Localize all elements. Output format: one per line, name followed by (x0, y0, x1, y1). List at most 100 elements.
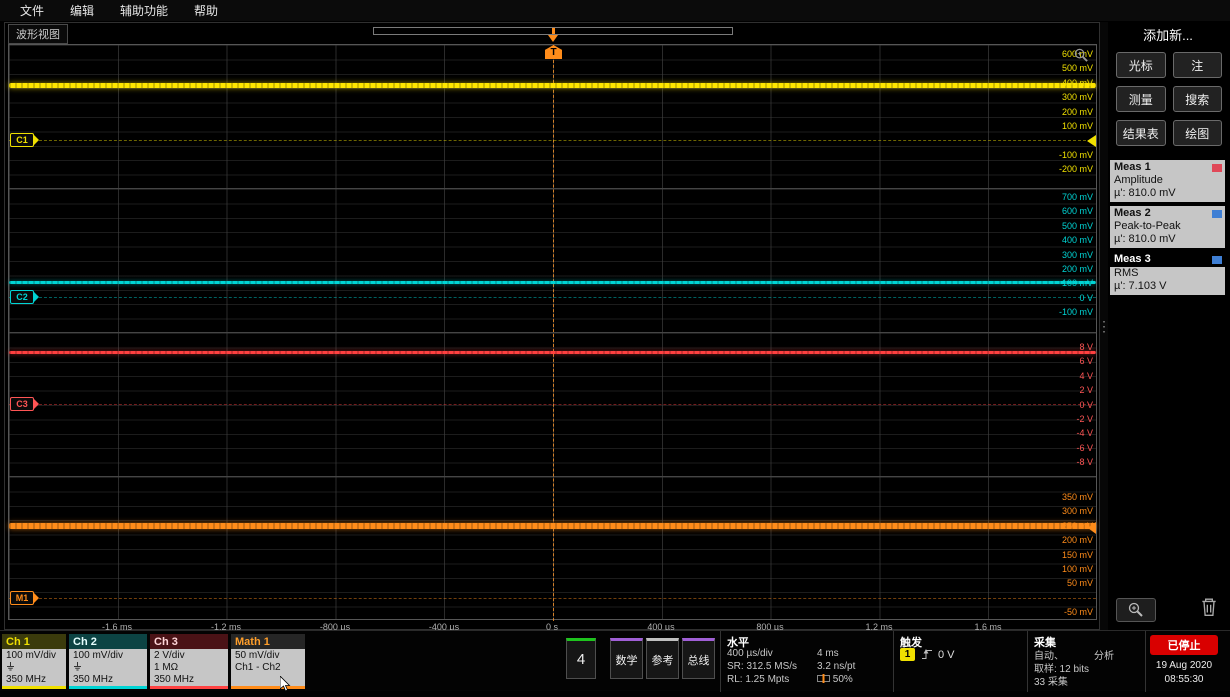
cursor-button[interactable]: 光标 (1116, 52, 1166, 78)
channel-info: 100 mV/div 350 MHz (2, 649, 66, 686)
acquisition-badge[interactable]: 采集 自动、 分析 取样: 12 bits 33 采集 (1027, 631, 1145, 692)
channel-accent (231, 686, 305, 689)
channel-impedance: 1 MΩ (154, 662, 179, 673)
channel-name: Ch 3 (150, 634, 228, 649)
channel-info: 50 mV/div Ch1 - Ch2 (231, 649, 305, 686)
position-percent: 50% (832, 674, 853, 685)
run-stop-section: 已停止 19 Aug 2020 08:55:30 (1145, 631, 1229, 692)
ch4-add-button[interactable]: 4 (566, 638, 596, 679)
channel-name: Ch 1 (2, 634, 66, 649)
measurement-value: µ': 7.103 V (1114, 280, 1167, 292)
run-stop-button[interactable]: 已停止 (1150, 635, 1218, 655)
scale-label: 8 V (1079, 342, 1093, 352)
channel-accent (69, 686, 147, 689)
acq-analyze: 分析 (1094, 651, 1114, 662)
scale-label: 400 mV (1061, 235, 1093, 246)
add-new-button-grid: 光标 注 测量 搜索 结果表 绘图 (1116, 52, 1222, 146)
ch1-ground-tag[interactable]: C1 (10, 133, 39, 147)
panel-splitter[interactable]: ⋮ (1097, 22, 1111, 630)
zoom-overview-button[interactable] (1116, 597, 1156, 622)
sample-rate: SR: 312.5 MS/s (727, 661, 798, 672)
measurement-badge-1[interactable]: Meas 1 Amplitude µ': 810.0 mV (1110, 160, 1225, 202)
record-length: RL: 1.25 Mpts (727, 674, 790, 685)
scale-label: -4 V (1076, 428, 1093, 439)
record-trigger-tick (552, 28, 555, 34)
add-new-title: 添加新... (1143, 28, 1193, 43)
coupling-ground-icon (73, 662, 147, 674)
search-button[interactable]: 搜索 (1172, 86, 1222, 112)
channel-badge-ch3[interactable]: Ch 3 2 V/div 1 MΩ 350 MHz (150, 634, 228, 689)
channel-bandwidth: 350 MHz (73, 674, 114, 685)
measurement-source-tag (1212, 255, 1222, 264)
zoom-icon[interactable] (1074, 48, 1089, 68)
record-view-bar[interactable] (373, 27, 733, 35)
callout-button[interactable]: 注 (1172, 52, 1222, 78)
channel-name: Ch 2 (69, 634, 147, 649)
scale-label: 200 mV (1061, 106, 1093, 117)
right-sidebar: 添加新... 光标 注 测量 搜索 结果表 绘图 Meas 1 Amplitud… (1108, 22, 1228, 630)
trigger-flag[interactable]: T (545, 45, 562, 59)
scale-label: 200 mV (1061, 535, 1093, 546)
math1-zero-line (9, 598, 1096, 599)
menu-utility[interactable]: 辅助功能 (120, 2, 168, 19)
scale-label: 350 mV (1061, 492, 1093, 502)
bus-add-button[interactable]: 总线 (682, 638, 715, 679)
scale-label: -50 mV (1063, 607, 1093, 618)
ch2-scale-column: 700 mV 600 mV 500 mV 400 mV 300 mV 200 m… (1059, 190, 1093, 320)
scale-label: -8 V (1076, 457, 1093, 468)
channel-scale: 100 mV/div (73, 650, 124, 661)
scale-label: -6 V (1076, 442, 1093, 453)
trigger-badge[interactable]: 触发 1 0 V (893, 631, 1027, 692)
trigger-position-line (553, 45, 554, 621)
channel-badge-ch1[interactable]: Ch 1 100 mV/div 350 MHz (2, 634, 66, 689)
scale-label: 200 mV (1061, 263, 1093, 274)
math1-trace (9, 523, 1096, 529)
horizontal-badge[interactable]: 水平 400 µs/div 4 ms SR: 312.5 MS/s 3.2 ns… (720, 631, 893, 692)
scale-label: 250 mV (1061, 520, 1093, 531)
ch1-zero-line (9, 140, 1096, 141)
ch2-ground-tag[interactable]: C2 (10, 290, 39, 304)
trigger-level: 0 V (938, 649, 955, 661)
channel-badge-ch2[interactable]: Ch 2 100 mV/div 350 MHz (69, 634, 147, 689)
coupling-ground-icon (6, 662, 66, 674)
ref-add-button[interactable]: 参考 (646, 638, 679, 679)
ch3-ground-tag[interactable]: C3 (10, 397, 39, 411)
graticule: C1 C2 C3 M1 T 600 mV 500 mV 400 mV 300 m… (8, 44, 1097, 621)
channel-info: 2 V/div 1 MΩ 350 MHz (150, 649, 228, 686)
menu-bar: 文件 编辑 辅助功能 帮助 (0, 0, 1230, 21)
scale-label: 500 mV (1061, 220, 1093, 231)
measurement-name: Meas 2 (1114, 207, 1151, 219)
math-badge[interactable]: Math 1 50 mV/div Ch1 - Ch2 (231, 634, 305, 689)
horizontal-span: 4 ms (817, 648, 839, 659)
trigger-slope-icon (921, 647, 933, 664)
trigger-position-arrow-icon[interactable] (548, 35, 558, 42)
ch3-zero-line (9, 404, 1096, 405)
ch2-trace (9, 281, 1096, 284)
measurement-source-tag (1212, 209, 1222, 218)
scale-label: -100 mV (1058, 149, 1093, 160)
channel-scale: 100 mV/div (6, 650, 57, 661)
math1-ground-tag[interactable]: M1 (10, 591, 39, 605)
menu-edit[interactable]: 编辑 (70, 2, 94, 19)
menu-file[interactable]: 文件 (20, 2, 44, 19)
trash-icon[interactable] (1200, 597, 1218, 622)
horizontal-position: 50% (817, 674, 853, 685)
measurement-list: Meas 1 Amplitude µ': 810.0 mV Meas 2 Pea… (1110, 160, 1225, 295)
measurement-type: RMS (1114, 267, 1139, 279)
waveform-view-tab[interactable]: 波形视图 (8, 24, 68, 44)
measurement-badge-3[interactable]: Meas 3 RMS µ': 7.103 V (1110, 252, 1225, 295)
channel-scale: 2 V/div (154, 650, 185, 661)
math-scale: 50 mV/div (235, 650, 280, 661)
ch3-trace (9, 351, 1096, 354)
results-table-button[interactable]: 结果表 (1116, 120, 1166, 146)
measure-button[interactable]: 测量 (1116, 86, 1166, 112)
math-add-button[interactable]: 数学 (610, 638, 643, 679)
measurement-source-tag (1212, 163, 1222, 172)
scale-label: 100 mV (1061, 563, 1093, 574)
measurement-badge-2[interactable]: Meas 2 Peak-to-Peak µ': 810.0 mV (1110, 206, 1225, 248)
scale-label: 300 mV (1061, 92, 1093, 103)
channel-accent (150, 686, 228, 689)
menu-help[interactable]: 帮助 (194, 2, 218, 19)
scale-label: 400 mV (1061, 77, 1093, 88)
plot-button[interactable]: 绘图 (1172, 120, 1222, 146)
